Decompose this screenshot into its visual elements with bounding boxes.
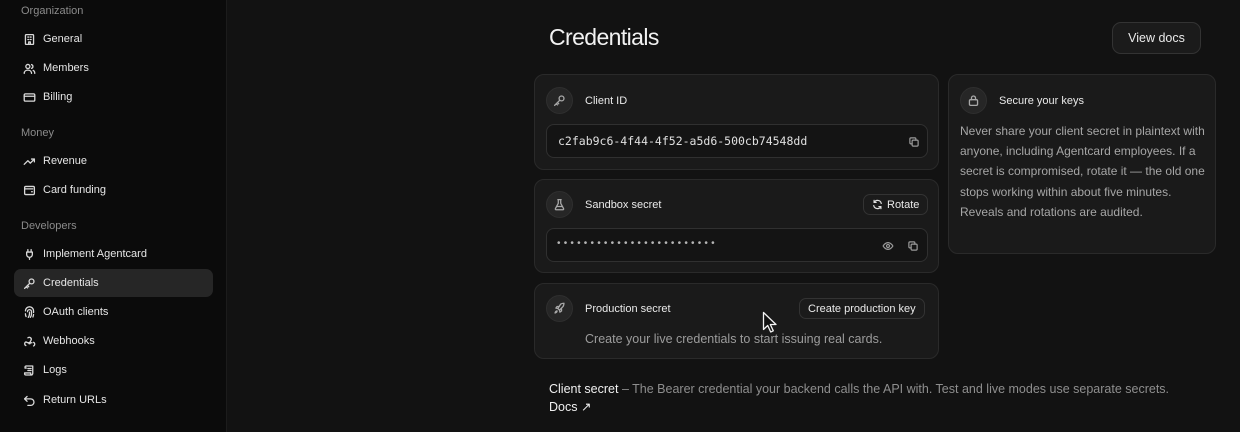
- scroll-icon: [22, 363, 36, 377]
- view-docs-button[interactable]: View docs: [1112, 22, 1201, 54]
- sidebar-item-revenue[interactable]: Revenue: [14, 147, 213, 175]
- sidebar-item-label: Members: [43, 62, 89, 74]
- building-icon: [22, 32, 36, 46]
- sidebar-item-label: Revenue: [43, 155, 88, 167]
- plug-icon: [22, 247, 36, 261]
- rotate-label: Rotate: [887, 198, 920, 211]
- sidebar-item-label: Credentials: [43, 277, 99, 289]
- lock-icon: [960, 87, 987, 114]
- eye-icon[interactable]: [881, 239, 895, 253]
- refresh-icon: [873, 199, 882, 210]
- fingerprint-icon: [22, 305, 36, 319]
- users-icon: [22, 61, 36, 75]
- rocket-icon: [546, 295, 573, 322]
- sidebar-item-billing[interactable]: Billing: [14, 83, 213, 111]
- client-secret-footnote: Client secret – The Bearer credential yo…: [549, 380, 1189, 416]
- client-id-value: c2fab9c6-4f44-4f52-a5d6-500cb74548dd: [558, 134, 808, 148]
- rotate-button[interactable]: Rotate: [863, 194, 929, 215]
- page-title: Credentials: [549, 24, 659, 50]
- footnote-term: Client secret: [549, 382, 619, 396]
- sidebar-item-card-funding[interactable]: Card funding: [14, 176, 213, 204]
- sidebar: Organization General Members Billing Mon…: [0, 0, 227, 432]
- sidebar-item-label: General: [43, 33, 83, 45]
- docs-link[interactable]: Docs ↗: [549, 400, 591, 414]
- copy-icon[interactable]: [906, 239, 920, 253]
- sidebar-item-label: Implement Agentcard: [43, 248, 147, 260]
- client-id-field[interactable]: c2fab9c6-4f44-4f52-a5d6-500cb74548dd: [546, 124, 928, 158]
- sidebar-item-label: Return URLs: [43, 394, 107, 406]
- sidebar-item-label: OAuth clients: [43, 306, 109, 318]
- section-title-money: Money: [21, 127, 55, 139]
- sidebar-item-logs[interactable]: Logs: [14, 356, 213, 384]
- production-secret-card: Production secret Create production key …: [534, 283, 939, 359]
- sidebar-item-label: Card funding: [43, 184, 106, 196]
- credit-card-icon: [22, 90, 36, 104]
- wallet-icon: [22, 183, 36, 197]
- key-icon: [22, 276, 36, 290]
- sidebar-item-label: Logs: [43, 364, 67, 376]
- section-title-organization: Organization: [21, 5, 84, 17]
- sidebar-item-label: Billing: [43, 91, 73, 103]
- sandbox-secret-masked: ••••••••••••••••••••••••: [557, 238, 718, 249]
- undo-arrow-icon: [22, 393, 36, 407]
- webhook-icon: [22, 334, 36, 348]
- copy-icon[interactable]: [907, 135, 921, 149]
- create-production-key-button[interactable]: Create production key: [799, 298, 925, 319]
- sidebar-item-general[interactable]: General: [14, 25, 213, 53]
- sidebar-item-credentials[interactable]: Credentials: [14, 269, 213, 297]
- secure-keys-title: Secure your keys: [999, 95, 1084, 107]
- sandbox-secret-field[interactable]: ••••••••••••••••••••••••: [546, 228, 928, 262]
- sidebar-item-oauth-clients[interactable]: OAuth clients: [14, 298, 213, 326]
- sidebar-item-webhooks[interactable]: Webhooks: [14, 327, 213, 355]
- sidebar-item-return-urls[interactable]: Return URLs: [14, 386, 213, 414]
- trending-up-icon: [22, 154, 36, 168]
- section-title-developers: Developers: [21, 220, 77, 232]
- flask-icon: [546, 191, 573, 218]
- sidebar-item-members[interactable]: Members: [14, 54, 213, 82]
- sandbox-secret-label: Sandbox secret: [585, 199, 662, 211]
- sidebar-item-label: Webhooks: [43, 335, 95, 347]
- mouse-cursor-icon: [762, 311, 777, 333]
- client-id-card: Client ID c2fab9c6-4f44-4f52-a5d6-500cb7…: [534, 74, 939, 170]
- sidebar-item-implement-agentcard[interactable]: Implement Agentcard: [14, 240, 213, 268]
- production-secret-description: Create your live credentials to start is…: [585, 332, 883, 346]
- secure-keys-text: Never share your client secret in plaint…: [960, 124, 1205, 219]
- key-icon: [546, 87, 573, 114]
- footnote-text: – The Bearer credential your backend cal…: [618, 382, 1170, 396]
- sandbox-secret-card: Sandbox secret Rotate ••••••••••••••••••…: [534, 179, 939, 273]
- client-id-label: Client ID: [585, 95, 628, 107]
- production-secret-label: Production secret: [585, 303, 671, 315]
